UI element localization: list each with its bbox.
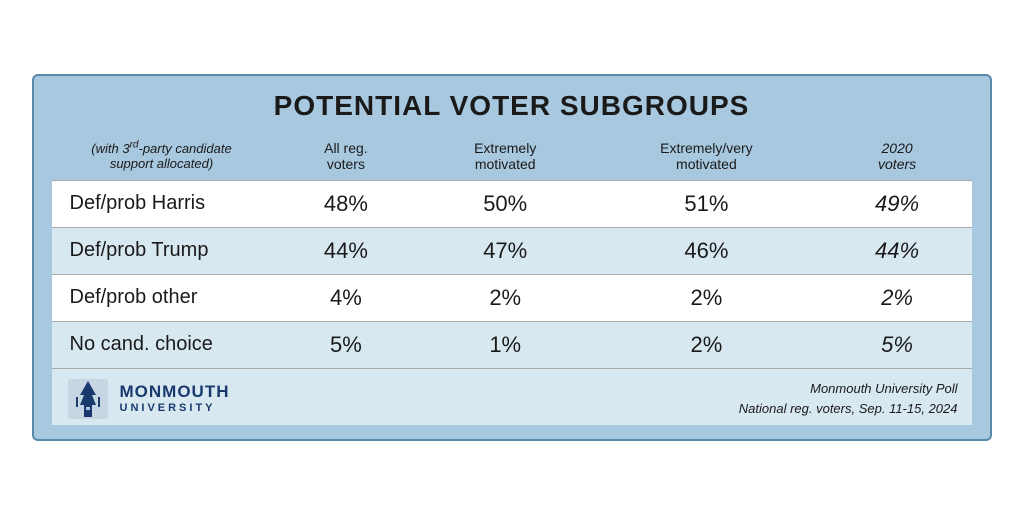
logo-text: MONMOUTH UNIVERSITY [120,383,230,414]
col-header-extremely-very: Extremely/very motivated [590,132,823,181]
row-label: No cand. choice [52,321,272,368]
row-col-all-reg: 48% [272,180,421,227]
row-label: Def/prob other [52,274,272,321]
footer-note: Monmouth University Poll National reg. v… [739,379,958,418]
card: POTENTIAL VOTER SUBGROUPS (with 3rd-part… [32,74,992,441]
row-label: Def/prob Trump [52,227,272,274]
row-col-2020: 49% [823,180,972,227]
col-header-extremely-motivated: Extremely motivated [420,132,590,181]
footer-note-line1: Monmouth University Poll [739,379,958,399]
row-col-extremely-very: 46% [590,227,823,274]
table-row: No cand. choice5%1%2%5% [52,321,972,368]
col-header-desc: (with 3rd-party candidatesupport allocat… [52,132,272,181]
row-col-extremely-very: 2% [590,321,823,368]
table-row: Def/prob Harris48%50%51%49% [52,180,972,227]
row-col-extremely: 2% [420,274,590,321]
row-col-all-reg: 4% [272,274,421,321]
row-col-extremely: 1% [420,321,590,368]
data-table: (with 3rd-party candidatesupport allocat… [52,132,972,368]
footer-note-line2: National reg. voters, Sep. 11-15, 2024 [739,399,958,419]
col-header-2020: 2020 voters [823,132,972,181]
row-label: Def/prob Harris [52,180,272,227]
col-header-all-reg: All reg. voters [272,132,421,181]
footer: MONMOUTH UNIVERSITY Monmouth University … [52,368,972,425]
row-col-extremely: 47% [420,227,590,274]
table-header-row: (with 3rd-party candidatesupport allocat… [52,132,972,181]
row-col-2020: 44% [823,227,972,274]
row-col-2020: 5% [823,321,972,368]
monmouth-logo-icon [66,377,110,421]
row-col-extremely: 50% [420,180,590,227]
logo-area: MONMOUTH UNIVERSITY [66,377,230,421]
row-col-all-reg: 44% [272,227,421,274]
logo-monmouth: MONMOUTH [120,383,230,402]
row-col-extremely-very: 51% [590,180,823,227]
table-row: Def/prob other4%2%2%2% [52,274,972,321]
row-col-extremely-very: 2% [590,274,823,321]
logo-university: UNIVERSITY [120,402,230,414]
table-row: Def/prob Trump44%47%46%44% [52,227,972,274]
main-title: POTENTIAL VOTER SUBGROUPS [52,90,972,122]
row-col-2020: 2% [823,274,972,321]
row-col-all-reg: 5% [272,321,421,368]
